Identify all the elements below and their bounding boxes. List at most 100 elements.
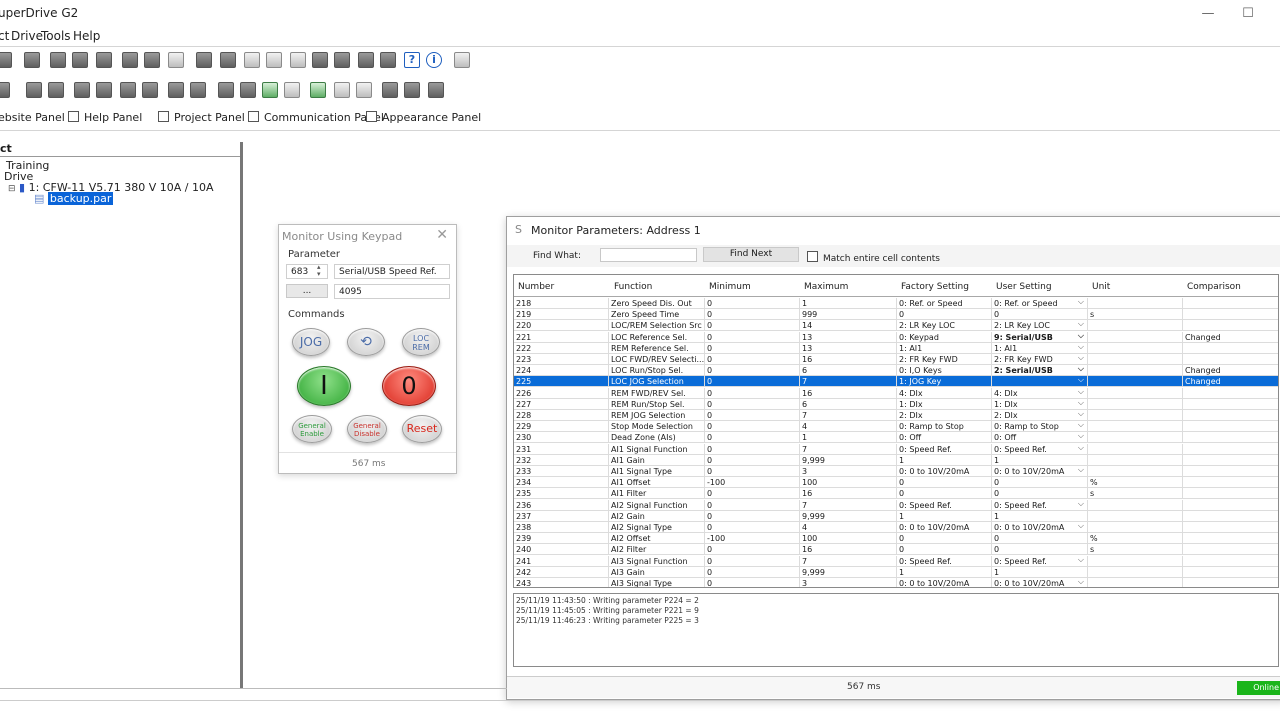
table-row[interactable]: 232 AI1 Gain 0 9,999 1 1 [514,454,1278,466]
download-icon[interactable] [122,52,138,68]
table-cell[interactable]: 0: Speed Ref. [992,443,1088,455]
find-next-button[interactable]: Find Next [703,247,799,262]
table-cell[interactable]: 0: Speed Ref. [992,499,1088,511]
close-project-icon[interactable] [96,52,112,68]
upload-icon[interactable] [144,52,160,68]
sort-icon[interactable] [266,52,282,68]
open-project-icon[interactable] [24,52,40,68]
table-row[interactable]: 220 LOC/REM Selection Src 0 14 2: LR Key LOC… [514,320,1278,332]
website-panel-toggle[interactable]: ebsite Panel [0,111,65,124]
write-drive-icon[interactable] [74,82,90,98]
menu-drive[interactable]: Drive [11,29,43,43]
communication-panel-checkbox[interactable] [248,111,259,122]
general-enable-button[interactable]: General Enable [292,415,332,443]
spinner-icon[interactable]: ▴ ▾ [317,264,321,278]
load-icon[interactable] [382,82,398,98]
clear-icon[interactable] [120,82,136,98]
col-function[interactable]: Function [614,282,652,292]
print-icon[interactable] [196,52,212,68]
disconnect-icon[interactable] [26,82,42,98]
table-cell[interactable]: 0: 0 to 10V/20mA [992,578,1088,587]
grid-icon[interactable] [142,82,158,98]
save-project-icon[interactable] [50,52,66,68]
print-preview-icon[interactable] [220,52,236,68]
table-cell[interactable]: 1 [992,454,1088,466]
find-input[interactable] [600,248,697,262]
reverse-button[interactable]: ⟲ [347,328,385,356]
table-row[interactable]: 224 LOC Run/Stop Sel. 0 6 0: I,O Keys 2: Seri… [514,365,1278,377]
keypad-icon[interactable] [240,82,256,98]
close-icon[interactable]: ✕ [436,227,448,243]
table-row[interactable]: 242 AI3 Gain 0 9,999 1 1 [514,566,1278,578]
table-row[interactable]: 233 AI1 Signal Type 0 3 0: 0 to 10V/20mA 0: 0… [514,466,1278,477]
stop-button[interactable]: 0 [382,366,436,406]
table-cell[interactable]: 0: 0 to 10V/20mA [992,466,1088,477]
table-cell[interactable]: 1 [992,510,1088,522]
delete-doc-icon[interactable] [334,52,350,68]
info-icon[interactable]: i [426,52,442,68]
table-cell[interactable]: 1: DIx [992,398,1088,410]
run-button[interactable]: I [297,366,351,406]
menu-project[interactable]: ct [0,29,9,43]
tree-item-backup[interactable]: ▤ backup.par [34,192,114,205]
table-cell[interactable]: 1: AI1 [992,342,1088,354]
doc-icon[interactable] [312,52,328,68]
general-disable-button[interactable]: General Disable [347,415,387,443]
table-cell[interactable]: 2: Serial/USB [992,365,1088,377]
table-cell[interactable]: 2: LR Key LOC [992,320,1088,332]
table-cell[interactable]: 0 [992,488,1088,500]
col-number[interactable]: Number [518,282,554,292]
list-icon[interactable] [244,52,260,68]
table-cell[interactable]: 0 [992,477,1088,489]
help-icon[interactable]: ? [404,52,420,68]
export-icon[interactable] [428,82,444,98]
table-row[interactable]: 225LOC JOG Selection071: JOG Key Changed [514,376,1278,388]
communication-panel-toggle[interactable]: Communication Panel [248,111,384,124]
table-cell[interactable]: 2: FR Key FWD [992,354,1088,365]
read-drive-icon[interactable] [48,82,64,98]
table-row[interactable]: 234 AI1 Offset -100 100 0 0% [514,477,1278,489]
jog-button[interactable]: JOG [292,328,330,356]
loc-rem-button[interactable]: LOC REM [402,328,440,356]
splitter[interactable] [240,142,243,688]
table-cell[interactable]: 0: Ramp to Stop [992,421,1088,433]
table-row[interactable]: 219 Zero Speed Time 0 999 0 0 s [514,309,1278,321]
page-icon[interactable] [358,52,374,68]
parameters-icon[interactable] [168,52,184,68]
table-cell[interactable]: 9: Serial/USB [992,331,1088,343]
table-row[interactable]: 231 AI1 Signal Function 0 7 0: Speed Ref. 0: … [514,443,1278,455]
appearance-panel-checkbox[interactable] [366,111,377,122]
table-row[interactable]: 238 AI2 Signal Type 0 4 0: 0 to 10V/20mA 0: 0… [514,522,1278,533]
menu-help[interactable]: Help [73,29,100,43]
reset-button[interactable]: Reset [402,415,442,443]
browse-button[interactable]: ... [286,284,328,298]
forward-icon[interactable] [190,82,206,98]
project-panel-toggle[interactable]: Project Panel [158,111,245,124]
table-cell[interactable]: 4: DIx [992,387,1088,399]
chart-icon[interactable] [334,82,350,98]
table-row[interactable]: 239 AI2 Offset -100 100 0 0% [514,533,1278,545]
expand-icon[interactable]: ⊟ [8,184,16,194]
monitor-params-icon[interactable] [262,82,278,98]
table-row[interactable]: 243 AI3 Signal Type 0 3 0: 0 to 10V/20mA 0: 0… [514,578,1278,587]
table-icon[interactable] [96,82,112,98]
help-panel-checkbox[interactable] [68,111,79,122]
col-unit[interactable]: Unit [1092,282,1110,292]
trend-icon[interactable] [310,82,326,98]
table-row[interactable]: 221 LOC Reference Sel. 0 13 0: Keypad 9: Seri… [514,331,1278,343]
match-entire-option[interactable]: Match entire cell contents [807,251,940,264]
table-cell[interactable]: 1 [992,566,1088,578]
close-doc-icon[interactable] [380,52,396,68]
compare-icon[interactable] [290,52,306,68]
table-row[interactable]: 236 AI2 Signal Function 0 7 0: Speed Ref. 0: … [514,499,1278,511]
table-row[interactable]: 230 Dead Zone (AIs) 0 1 0: Off 0: Off [514,432,1278,444]
col-user-setting[interactable]: User Setting [996,282,1052,292]
table-cell[interactable]: 0 [992,544,1088,556]
table-row[interactable]: 227 REM Run/Stop Sel. 0 6 1: DIx 1: DIx [514,398,1278,410]
col-factory-setting[interactable]: Factory Setting [901,282,969,292]
help-panel-toggle[interactable]: Help Panel [68,111,142,124]
match-entire-checkbox[interactable] [807,251,818,262]
parameter-number-input[interactable]: 683 [286,264,328,279]
table-row[interactable]: 222 REM Reference Sel. 0 13 1: AI1 1: AI1 [514,342,1278,354]
table-row[interactable]: 241 AI3 Signal Function 0 7 0: Speed Ref. 0: … [514,555,1278,567]
